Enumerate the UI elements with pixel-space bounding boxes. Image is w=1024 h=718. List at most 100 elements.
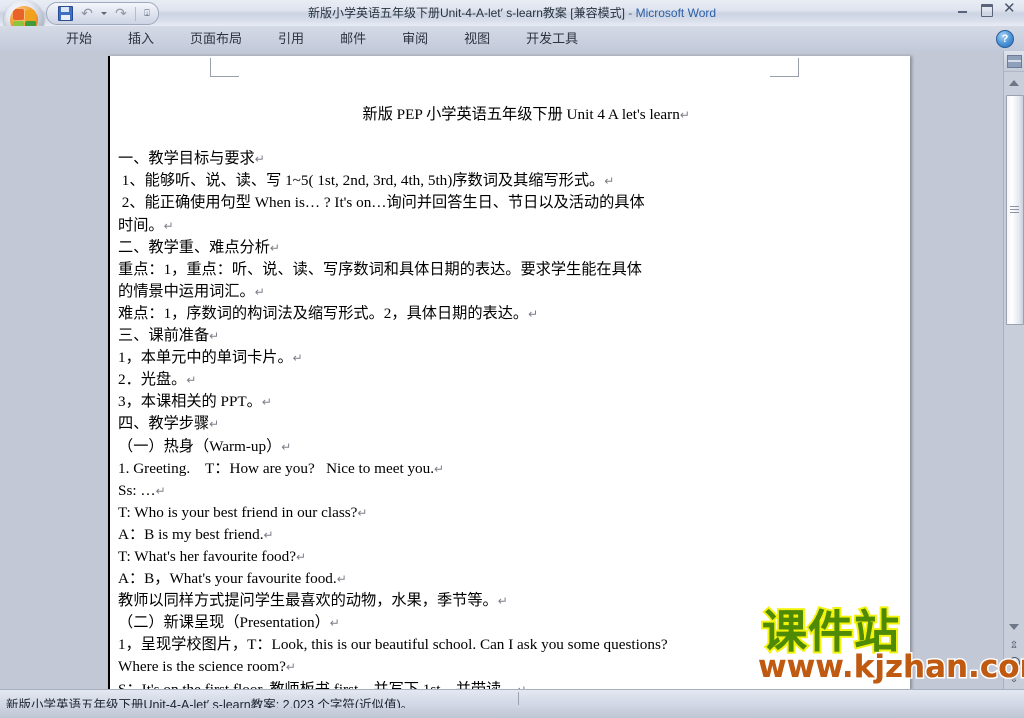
document-paragraph: 3，本课相关的 PPT。↵ <box>118 391 898 413</box>
pilcrow-mark: ↵ <box>163 218 174 233</box>
split-bar-button[interactable] <box>1004 51 1024 72</box>
tab-mailings[interactable]: 邮件 <box>322 27 384 50</box>
redo-icon: ↷ <box>115 5 127 22</box>
paragraph-text: 重点：1，重点：听、说、读、写序数词和具体日期的表达。要求学生能在具体 <box>118 260 642 278</box>
pilcrow-mark: ↵ <box>329 616 340 631</box>
title-bar: ↶ ↷ ⍗ 新版小学英语五年级下册Unit-4-A-let′ s-learn教案… <box>0 0 1024 27</box>
margin-mark-top-left <box>210 58 239 77</box>
paragraph-text: 1，呈现学校图片，T：Look, this is our beautiful s… <box>118 636 668 654</box>
paragraph-text: 四、教学步骤 <box>118 415 210 433</box>
pilcrow-mark: ↵ <box>281 439 292 454</box>
paragraph-text: 1、能够听、说、读、写 1~5( 1st, 2nd, 3rd, 4th, 5th… <box>118 172 605 190</box>
document-paragraph: T: What's her favourite food?↵ <box>118 546 898 568</box>
document-paragraph: Ss: …↵ <box>118 480 898 502</box>
restore-button[interactable] <box>979 2 994 17</box>
paragraph-text: 一、教学目标与要求 <box>118 150 255 168</box>
ribbon-tab-bar: 开始 插入 页面布局 引用 邮件 审阅 视图 开发工具 ? <box>0 26 1024 52</box>
pilcrow-mark: ↵ <box>155 483 166 498</box>
document-paragraph: 1、能够听、说、读、写 1~5( 1st, 2nd, 3rd, 4th, 5th… <box>118 170 898 192</box>
tab-review[interactable]: 审阅 <box>384 27 446 50</box>
document-paragraph: 时间。↵ <box>118 215 898 237</box>
margin-mark-top-right <box>770 58 799 77</box>
next-page-button[interactable]: ⇩ <box>1006 671 1022 688</box>
pilcrow-mark: ↵ <box>336 572 347 587</box>
pilcrow-mark: ↵ <box>604 174 615 189</box>
pilcrow-mark: ↵ <box>292 351 303 366</box>
double-down-arrow-icon: ⇩ <box>1009 674 1019 685</box>
paragraph-text: A：B，What's your favourite food. <box>118 570 337 588</box>
document-heading: 新版 PEP 小学英语五年级下册 Unit 4 A let's learn↵ <box>118 82 898 148</box>
tab-insert[interactable]: 插入 <box>110 27 172 50</box>
undo-dropdown-button[interactable] <box>99 5 109 23</box>
pilcrow-mark: ↵ <box>434 461 445 476</box>
document-paragraph: 1，本单元中的单词卡片。↵ <box>118 347 898 369</box>
document-canvas[interactable]: 新版 PEP 小学英语五年级下册 Unit 4 A let's learn↵ 一… <box>0 51 1004 690</box>
window-controls: ✕ <box>955 1 1018 17</box>
paragraph-text: Where is the science room? <box>118 658 286 676</box>
paragraph-text: 三、课前准备 <box>118 327 210 345</box>
office-logo-icon <box>10 6 38 26</box>
pilcrow-mark: ↵ <box>254 284 265 299</box>
document-paragraph: （一）热身（Warm-up）↵ <box>118 436 898 458</box>
document-paragraph: 一、教学目标与要求↵ <box>118 148 898 170</box>
paragraph-text: A：B is my best friend. <box>118 525 264 543</box>
chevron-up-icon <box>1009 80 1019 86</box>
document-paragraph: Where is the science room?↵ <box>118 656 898 678</box>
paragraph-text: T: Who is your best friend in our class? <box>118 503 358 521</box>
customize-qat-button[interactable]: ⍗ <box>140 5 154 23</box>
pilcrow-mark: ↵ <box>254 152 265 167</box>
status-bar: 新版小学英语五年级下册Unit-4-A-let′ s-learn教案: 2,02… <box>0 689 1024 718</box>
scroll-up-button[interactable] <box>1006 75 1022 91</box>
paragraph-text: 教师以同样方式提问学生最喜欢的动物，水果，季节等。 <box>118 592 498 610</box>
document-paragraph: T: Who is your best friend in our class?… <box>118 502 898 524</box>
pilcrow-mark: ↵ <box>261 395 272 410</box>
previous-page-button[interactable]: ⇫ <box>1006 637 1022 654</box>
tab-references[interactable]: 引用 <box>260 27 322 50</box>
document-text[interactable]: 新版 PEP 小学英语五年级下册 Unit 4 A let's learn↵ 一… <box>118 82 898 690</box>
help-button[interactable]: ? <box>996 30 1014 48</box>
scroll-down-button[interactable] <box>1006 619 1022 635</box>
window-title-dash: - <box>624 6 636 20</box>
paragraph-text: 3，本课相关的 PPT。 <box>118 393 262 411</box>
qat-divider <box>135 6 136 21</box>
document-paragraph: A：B is my best friend.↵ <box>118 524 898 546</box>
document-paragraph: 2．光盘。↵ <box>118 369 898 391</box>
document-paragraph: 三、课前准备↵ <box>118 325 898 347</box>
close-button[interactable]: ✕ <box>1003 1 1018 16</box>
tab-developer[interactable]: 开发工具 <box>508 27 596 50</box>
quick-access-toolbar: ↶ ↷ ⍗ <box>46 2 159 25</box>
ribbon-tabs: 开始 插入 页面布局 引用 邮件 审阅 视图 开发工具 <box>48 26 596 51</box>
undo-button[interactable]: ↶ <box>77 5 97 23</box>
save-button[interactable] <box>55 5 75 23</box>
scrollbar-thumb[interactable] <box>1006 95 1024 325</box>
paragraph-text: Ss: … <box>118 481 156 499</box>
paragraph-text: 2．光盘。 <box>118 371 187 389</box>
pilcrow-mark: ↵ <box>528 306 539 321</box>
browse-object-icon <box>1008 657 1020 668</box>
document-paragraph: 难点：1，序数词的构词法及缩写形式。2，具体日期的表达。↵ <box>118 303 898 325</box>
pilcrow-mark: ↵ <box>269 240 280 255</box>
paragraph-text: T: What's her favourite food? <box>118 547 296 565</box>
pilcrow-mark: ↵ <box>285 660 296 675</box>
window-title-document: 新版小学英语五年级下册Unit-4-A-let′ s-learn教案 [兼容模式… <box>307 6 625 20</box>
paragraph-text: 时间。 <box>118 216 164 234</box>
select-browse-object-button[interactable] <box>1006 654 1022 671</box>
minimize-button[interactable] <box>955 2 970 16</box>
pilcrow-mark: ↵ <box>357 505 368 520</box>
status-divider <box>518 692 519 705</box>
undo-icon: ↶ <box>81 5 93 22</box>
vertical-scrollbar[interactable]: ⇫ ⇩ <box>1003 51 1024 690</box>
redo-button[interactable]: ↷ <box>111 5 131 23</box>
paragraph-text: 1，本单元中的单词卡片。 <box>118 349 293 367</box>
tab-view[interactable]: 视图 <box>446 27 508 50</box>
status-bottom-strip <box>0 708 1024 718</box>
document-page[interactable]: 新版 PEP 小学英语五年级下册 Unit 4 A let's learn↵ 一… <box>108 56 910 690</box>
document-paragraph: A：B，What's your favourite food.↵ <box>118 568 898 590</box>
window-title-app: Microsoft Word <box>635 6 717 20</box>
paragraph-text: 二、教学重、难点分析 <box>118 238 270 256</box>
tab-home[interactable]: 开始 <box>48 27 110 50</box>
scrollbar-bottom-buttons: ⇫ ⇩ <box>1006 619 1022 688</box>
tab-page-layout[interactable]: 页面布局 <box>172 27 260 50</box>
split-icon <box>1006 54 1022 68</box>
chevron-down-icon <box>101 12 107 15</box>
